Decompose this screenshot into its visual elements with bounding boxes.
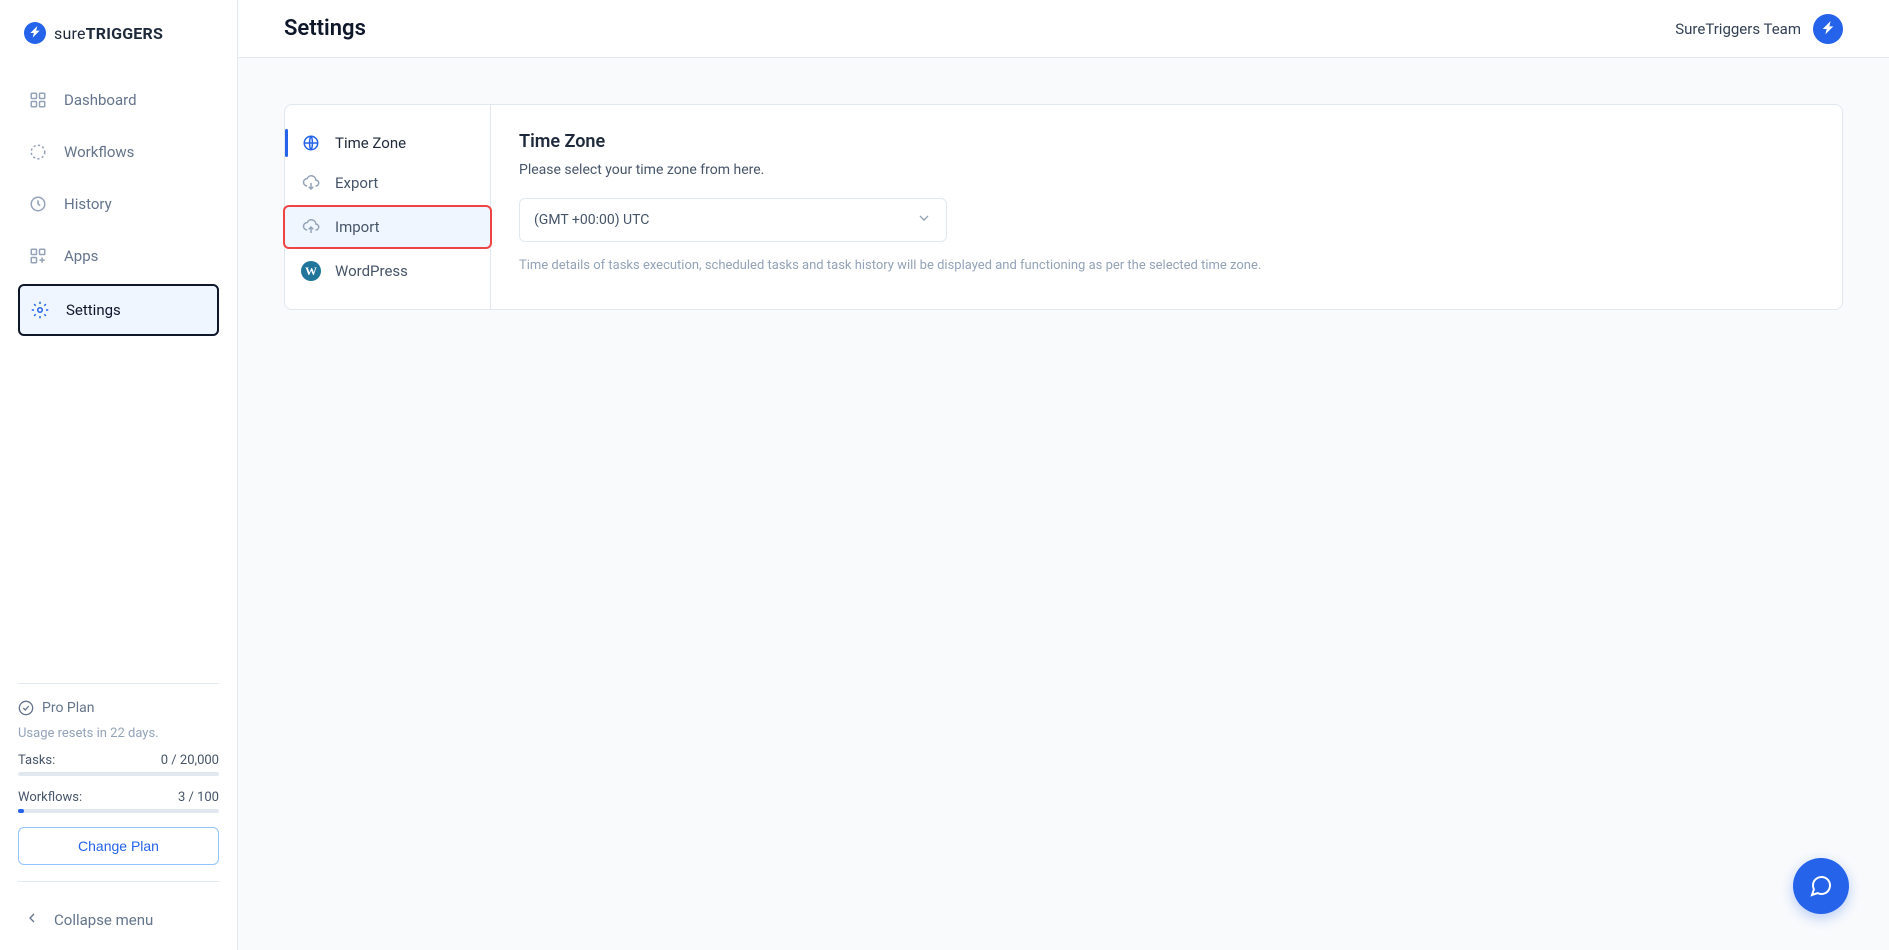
plan-name: Pro Plan — [42, 700, 94, 716]
section-title: Time Zone — [519, 131, 1814, 152]
gear-icon — [30, 300, 50, 320]
settings-tab-label: Time Zone — [335, 134, 406, 152]
plan-name-row: Pro Plan — [18, 700, 219, 716]
tasks-progress-bar — [18, 772, 219, 776]
upload-cloud-icon — [301, 217, 321, 237]
settings-nav: Time Zone Export Import — [285, 105, 491, 309]
team-switcher[interactable]: SureTriggers Team — [1675, 14, 1843, 44]
main-area: Settings SureTriggers Team Time Zone — [238, 0, 1889, 950]
tasks-label: Tasks: — [18, 753, 55, 768]
sidebar-item-apps[interactable]: Apps — [18, 232, 219, 280]
settings-tab-label: Import — [335, 218, 380, 236]
sidebar-item-label: Settings — [66, 301, 121, 319]
sidebar-bottom: Pro Plan Usage resets in 22 days. Tasks:… — [0, 667, 237, 950]
divider — [18, 881, 219, 882]
sidebar-item-label: Apps — [64, 247, 98, 265]
team-name: SureTriggers Team — [1675, 20, 1801, 38]
globe-icon — [301, 133, 321, 153]
sidebar: sureTRIGGERS Dashboard Workflows History — [0, 0, 238, 950]
download-cloud-icon — [301, 173, 321, 193]
helper-text: Time details of tasks execution, schedul… — [519, 258, 1814, 273]
topbar: Settings SureTriggers Team — [238, 0, 1889, 58]
change-plan-button[interactable]: Change Plan — [18, 827, 219, 865]
workflows-icon — [28, 142, 48, 162]
tasks-value: 0 / 20,000 — [161, 753, 219, 768]
content-area: Time Zone Export Import — [238, 58, 1889, 950]
divider — [18, 683, 219, 684]
workflows-value: 3 / 100 — [178, 790, 219, 805]
sidebar-item-dashboard[interactable]: Dashboard — [18, 76, 219, 124]
brand-text: sureTRIGGERS — [54, 24, 163, 43]
timezone-selected-value: (GMT +00:00) UTC — [534, 212, 649, 228]
settings-tab-label: WordPress — [335, 262, 408, 280]
check-circle-icon — [18, 700, 34, 716]
sidebar-item-workflows[interactable]: Workflows — [18, 128, 219, 176]
section-description: Please select your time zone from here. — [519, 162, 1814, 178]
settings-tab-timezone[interactable]: Time Zone — [285, 123, 490, 163]
sidebar-item-settings[interactable]: Settings — [18, 284, 219, 336]
workflows-progress-bar — [18, 809, 219, 813]
workflows-stat: Workflows: 3 / 100 — [18, 790, 219, 805]
usage-reset-text: Usage resets in 22 days. — [18, 726, 219, 741]
settings-card: Time Zone Export Import — [284, 104, 1843, 310]
help-fab-button[interactable] — [1793, 858, 1849, 914]
settings-tab-export[interactable]: Export — [285, 163, 490, 203]
dashboard-icon — [28, 90, 48, 110]
chevron-down-icon — [916, 210, 932, 230]
sidebar-item-label: History — [64, 195, 112, 213]
settings-content: Time Zone Please select your time zone f… — [491, 105, 1842, 309]
team-avatar-icon — [1813, 14, 1843, 44]
brand-logo[interactable]: sureTRIGGERS — [0, 0, 237, 66]
chevron-left-icon — [24, 910, 40, 930]
collapse-label: Collapse menu — [54, 911, 153, 929]
settings-tab-import[interactable]: Import — [283, 205, 492, 249]
tasks-stat: Tasks: 0 / 20,000 — [18, 753, 219, 768]
collapse-menu-button[interactable]: Collapse menu — [18, 898, 219, 930]
history-icon — [28, 194, 48, 214]
sidebar-item-label: Workflows — [64, 143, 134, 161]
settings-tab-label: Export — [335, 174, 378, 192]
workflows-label: Workflows: — [18, 790, 82, 805]
wordpress-icon: W — [301, 261, 321, 281]
timezone-select[interactable]: (GMT +00:00) UTC — [519, 198, 947, 242]
apps-icon — [28, 246, 48, 266]
main-nav: Dashboard Workflows History Apps — [0, 66, 237, 350]
chat-icon — [1809, 874, 1833, 898]
brand-icon — [24, 22, 46, 44]
page-title: Settings — [284, 16, 366, 41]
sidebar-item-history[interactable]: History — [18, 180, 219, 228]
settings-tab-wordpress[interactable]: W WordPress — [285, 251, 490, 291]
sidebar-item-label: Dashboard — [64, 91, 137, 109]
